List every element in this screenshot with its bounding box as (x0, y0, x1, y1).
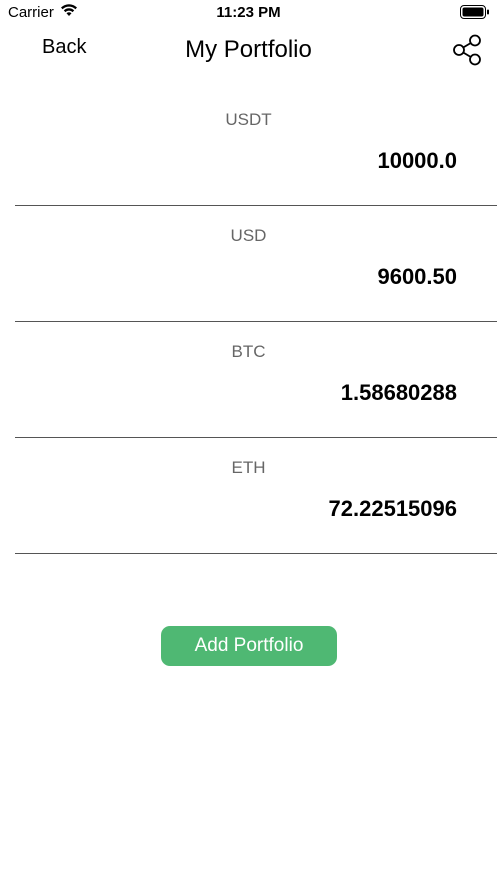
currency-amount: 9600.50 (377, 264, 457, 289)
navigation-bar: Back My Portfolio (0, 26, 497, 76)
status-bar: Carrier 11:23 PM (0, 0, 497, 26)
share-icon[interactable] (450, 33, 484, 67)
portfolio-row-btc[interactable]: BTC 1.58680288 (15, 322, 497, 438)
battery-icon (460, 5, 489, 19)
currency-amount: 10000.0 (377, 148, 457, 173)
portfolio-row-usd[interactable]: USD 9600.50 (15, 206, 497, 322)
currency-label: USD (230, 226, 267, 245)
currency-label: USDT (225, 110, 272, 129)
portfolio-row-usdt[interactable]: USDT 10000.0 (15, 90, 497, 206)
currency-label: ETH (231, 458, 266, 477)
status-time: 11:23 PM (216, 4, 281, 21)
page-title: My Portfolio (185, 36, 312, 63)
portfolio-row-eth[interactable]: ETH 72.22515096 (15, 438, 497, 554)
currency-label: BTC (231, 342, 266, 361)
currency-amount: 72.22515096 (328, 496, 457, 521)
portfolio-list: USDT 10000.0 USD 9600.50 BTC 1.58680288 … (15, 90, 497, 554)
currency-amount: 1.58680288 (340, 380, 457, 405)
add-portfolio-button[interactable]: Add Portfolio (161, 626, 337, 666)
